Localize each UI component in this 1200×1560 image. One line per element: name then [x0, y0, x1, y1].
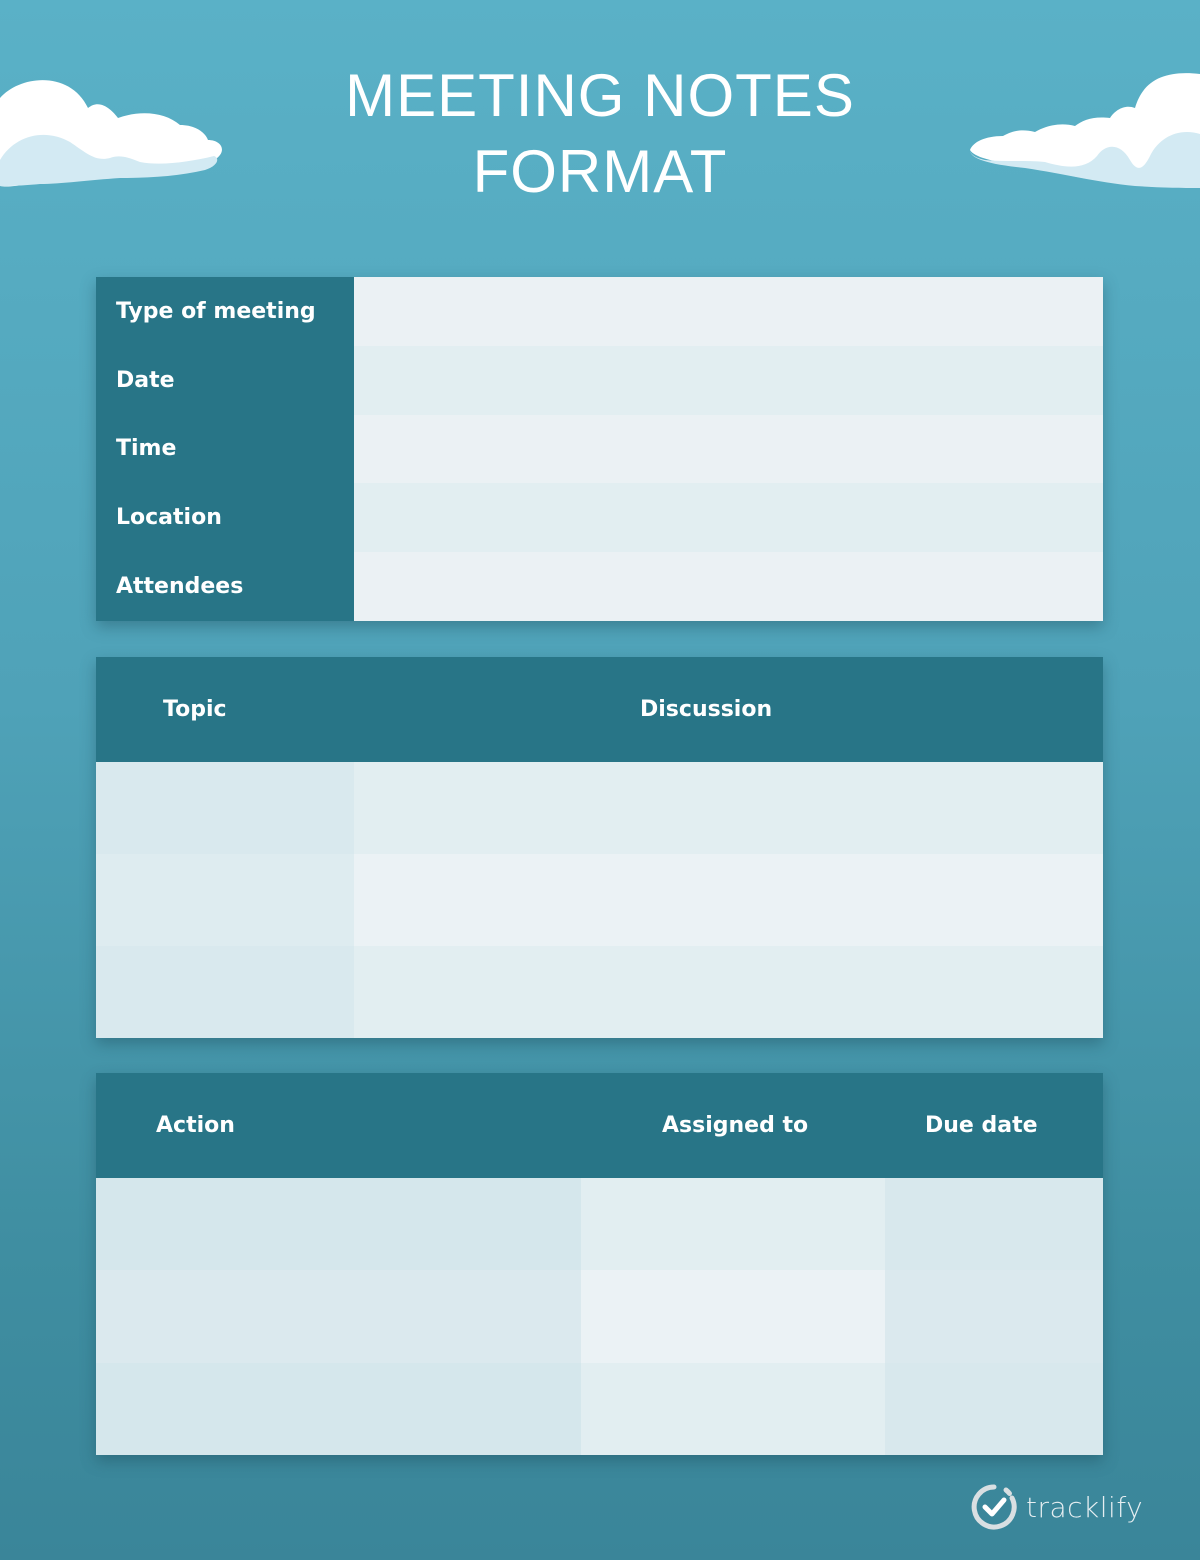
- action-items-table: Action Assigned to Due date: [96, 1073, 1103, 1455]
- meeting-info-table: Type of meeting Date Time Location Atten…: [96, 277, 1103, 621]
- column-header-topic: Topic: [163, 697, 227, 722]
- column-header-assigned-to: Assigned to: [662, 1113, 809, 1138]
- column-header-discussion: Discussion: [640, 697, 773, 722]
- meeting-info-values: [354, 277, 1103, 621]
- action-cell[interactable]: [96, 1362, 581, 1455]
- page-title: MEETING NOTES FORMAT: [0, 58, 1200, 210]
- assigned-to-cell[interactable]: [581, 1270, 885, 1363]
- topic-cell[interactable]: [96, 946, 354, 1038]
- table-row: [96, 1270, 1103, 1363]
- topic-cell[interactable]: [96, 854, 354, 946]
- field-label-time: Time: [116, 436, 177, 462]
- field-label-type-of-meeting: Type of meeting: [116, 298, 316, 324]
- field-value-time[interactable]: [354, 414, 1103, 484]
- topic-cell[interactable]: [96, 762, 354, 854]
- action-table-header: Action Assigned to Due date: [96, 1073, 1103, 1178]
- table-row: [96, 946, 1103, 1038]
- action-table-body: [96, 1178, 1103, 1455]
- field-value-date[interactable]: [354, 345, 1103, 415]
- column-header-action: Action: [156, 1113, 235, 1138]
- field-label-attendees: Attendees: [116, 574, 244, 600]
- clock-check-icon: [971, 1484, 1017, 1530]
- brand-name: tracklify: [1026, 1490, 1144, 1524]
- due-date-cell[interactable]: [885, 1178, 1103, 1271]
- table-row: [96, 1362, 1103, 1455]
- assigned-to-cell[interactable]: [581, 1178, 885, 1271]
- brand-logo: tracklify: [970, 1483, 1143, 1531]
- column-header-due-date: Due date: [925, 1113, 1038, 1138]
- discussion-table: Topic Discussion: [96, 657, 1103, 1038]
- field-label-location: Location: [116, 505, 222, 531]
- field-value-type-of-meeting[interactable]: [354, 277, 1103, 346]
- field-label-date: Date: [116, 367, 175, 393]
- title-line-2: FORMAT: [472, 138, 728, 205]
- due-date-cell[interactable]: [885, 1362, 1103, 1455]
- discussion-table-header: Topic Discussion: [96, 657, 1103, 762]
- discussion-table-body: [96, 762, 1103, 1038]
- assigned-to-cell[interactable]: [581, 1362, 885, 1455]
- action-cell[interactable]: [96, 1178, 581, 1271]
- table-row: [96, 854, 1103, 946]
- discussion-cell[interactable]: [354, 762, 1103, 854]
- title-line-1: MEETING NOTES: [345, 62, 855, 129]
- discussion-cell[interactable]: [354, 854, 1103, 946]
- field-value-attendees[interactable]: [354, 552, 1103, 621]
- discussion-cell[interactable]: [354, 946, 1103, 1038]
- table-row: [96, 762, 1103, 854]
- due-date-cell[interactable]: [885, 1270, 1103, 1363]
- table-row: [96, 1178, 1103, 1271]
- action-cell[interactable]: [96, 1270, 581, 1363]
- field-value-location[interactable]: [354, 483, 1103, 553]
- meeting-info-labels: Type of meeting Date Time Location Atten…: [96, 277, 354, 621]
